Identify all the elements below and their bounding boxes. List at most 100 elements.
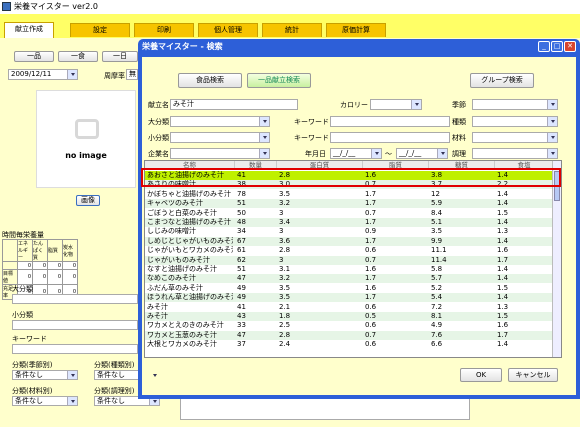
app-icon [2, 2, 11, 11]
row-value-cell: 1.4 [497, 236, 509, 245]
ichinichi-button[interactable]: 一日 [102, 51, 138, 62]
row-name-cell: じゃがいもとワカメのみそ汁 [147, 246, 233, 255]
company-select[interactable] [170, 148, 270, 159]
row-value-cell: 8.1 [431, 312, 443, 320]
date-picker[interactable]: 2009/12/11 [8, 69, 78, 80]
daibunrui-label: 大分類 [12, 285, 33, 293]
shoubunrui-select[interactable] [170, 132, 270, 143]
nutrition-header: 炭水化物 [62, 239, 78, 262]
row-value-cell: 78 [237, 189, 246, 198]
ippin-button[interactable]: 一品 [14, 51, 54, 62]
table-row[interactable]: ワカメとえのきのみそ汁 33 2.5 0.6 4.9 1.6 [145, 321, 553, 330]
results-grid[interactable]: 名称 数量 蛋白質 脂質 糖質 食塩 あおさと油揚げのみそ汁 41 2.8 1.6 3.… [144, 160, 562, 358]
close-icon[interactable]: ✕ [564, 41, 576, 52]
table-row[interactable]: ワカメと玉葱のみそ汁 47 2.8 0.7 7.6 1.7 [145, 330, 553, 340]
table-row[interactable]: みそ汁 41 2.1 0.6 7.2 1.3 [145, 303, 553, 312]
tab-cost[interactable]: 原価計算 [326, 23, 386, 37]
row-value-cell: 11.4 [431, 255, 447, 264]
cancel-button[interactable]: キャンセル [508, 368, 558, 382]
shoubunrui-field[interactable] [12, 320, 138, 330]
date-from-select[interactable]: __/_/__ [330, 148, 382, 159]
calorie-select[interactable] [370, 99, 422, 110]
table-row[interactable]: しめじとじゃがいものみそ汁 67 3.6 1.7 9.9 1.4 [145, 236, 553, 246]
season-select[interactable] [472, 99, 558, 110]
tab-menu-create[interactable]: 献立作成 [4, 22, 54, 38]
row-value-cell: 62 [237, 255, 246, 264]
selection-highlight-box [141, 168, 561, 187]
row-value-cell: 1.7 [365, 236, 377, 245]
row-value-cell: 1.4 [497, 293, 509, 302]
grid-scrollbar[interactable] [552, 161, 561, 357]
shoubunrui-label: 小分類 [12, 311, 33, 319]
tab-statistics[interactable]: 統計 [262, 23, 322, 37]
table-row[interactable]: ふだん草のみそ汁 49 3.5 1.6 5.2 1.5 [145, 284, 553, 293]
table-row[interactable]: こまつなと油揚げのみそ汁 48 3.4 1.7 5.1 1.4 [145, 218, 553, 227]
row-value-cell: 2.8 [279, 330, 291, 339]
row-name-cell: キャベツのみそ汁 [147, 199, 203, 208]
row-name-cell: かぼちゃと油揚げのみそ汁 [147, 189, 231, 198]
table-row[interactable]: しじみの味噌汁 34 3 0.9 3.5 1.3 [145, 227, 553, 236]
maximize-icon[interactable]: □ [551, 41, 563, 52]
nutrition-cell: 0 [47, 261, 63, 270]
nutrition-header: 脂質 [47, 239, 63, 262]
cook-select[interactable] [472, 148, 558, 159]
row-value-cell: 0.6 [365, 302, 377, 311]
keyword-field[interactable] [12, 344, 138, 354]
daibunrui-field[interactable] [12, 294, 138, 304]
date-to-select[interactable]: __/_/__ [396, 148, 448, 159]
shuuki-field[interactable]: 無 [126, 69, 138, 80]
table-row[interactable]: なめこのみそ汁 47 3.2 1.7 5.7 1.4 [145, 274, 553, 284]
row-value-cell: 0.6 [365, 340, 377, 349]
table-row[interactable]: なすと油揚げのみそ汁 51 3.1 1.6 5.8 1.4 [145, 265, 553, 274]
daibunrui-select[interactable] [170, 116, 270, 127]
date-from-value: __/_/__ [333, 149, 356, 157]
keyword2-input[interactable] [330, 132, 450, 143]
row-name-cell: しめじとじゃがいものみそ汁 [147, 236, 233, 245]
row-value-cell: 3.1 [279, 265, 291, 273]
table-row[interactable]: じゃがいもとワカメのみそ汁 61 2.8 0.6 11.1 1.6 [145, 246, 553, 255]
row-value-cell: 4.9 [431, 321, 443, 330]
row-name-cell: じゃがいものみそ汁 [147, 255, 210, 264]
row-value-cell: 3.5 [279, 293, 291, 302]
bunrui-zairyou-select[interactable]: 条件なし [12, 396, 78, 406]
row-value-cell: 3.6 [279, 236, 291, 245]
tab-personal[interactable]: 個人管理 [198, 23, 258, 37]
image-button[interactable]: 画像 [76, 195, 100, 206]
row-value-cell: 1.5 [497, 283, 509, 292]
row-value-cell: 1.4 [497, 189, 509, 198]
table-row[interactable]: 大根とワカメのみそ汁 37 2.4 0.6 6.6 1.4 [145, 340, 553, 349]
row-value-cell: 1.5 [497, 312, 509, 320]
minimize-icon[interactable]: _ [538, 41, 550, 52]
row-value-cell: 5.7 [431, 274, 443, 283]
row-value-cell: 37 [237, 340, 246, 349]
keyword-label: キーワード [12, 335, 47, 343]
food-search-button[interactable]: 食品検索 [178, 73, 242, 88]
row-value-cell: 6.6 [431, 340, 443, 349]
table-row[interactable]: ごぼうと白菜のみそ汁 50 3 0.7 8.4 1.5 [145, 209, 553, 218]
table-row[interactable]: キャベツのみそ汁 51 3.2 1.7 5.9 1.4 [145, 199, 553, 209]
row-value-cell: 5.4 [431, 293, 443, 302]
tab-print[interactable]: 印刷 [134, 23, 194, 37]
type-select[interactable] [472, 116, 558, 127]
table-row[interactable]: ほうれん草と油揚げのみそ汁 49 3.5 1.7 5.4 1.4 [145, 293, 553, 303]
isshoku-button[interactable]: 一食 [58, 51, 98, 62]
row-value-cell: 1.3 [497, 227, 509, 236]
group-search-button[interactable]: グループ検索 [470, 73, 534, 88]
row-value-cell: 3.4 [279, 218, 291, 226]
material-select[interactable] [472, 132, 558, 143]
nutrition-cell: 0 [32, 261, 48, 270]
row-value-cell: 1.3 [497, 302, 509, 311]
menu-name-input[interactable]: みそ汁 [170, 99, 298, 110]
row-value-cell: 47 [237, 330, 246, 339]
row-value-cell: 1.7 [365, 189, 377, 198]
keyword-input[interactable] [330, 116, 450, 127]
ok-button[interactable]: OK [460, 368, 502, 382]
table-row[interactable]: じゃがいものみそ汁 62 3 0.7 11.4 1.7 [145, 255, 553, 265]
menu-name-label: 献立名 [148, 101, 169, 109]
bunrui-kisetsu-select[interactable]: 条件なし [12, 370, 78, 380]
table-row[interactable]: みそ汁 43 1.8 0.5 8.1 1.5 [145, 312, 553, 321]
menu-search-button[interactable]: 一品献立検索 [247, 73, 311, 88]
table-row[interactable]: かぼちゃと油揚げのみそ汁 78 3.5 1.7 12 1.4 [145, 190, 553, 199]
row-value-cell: 2.4 [279, 340, 291, 349]
tab-settings[interactable]: 設定 [70, 23, 130, 37]
